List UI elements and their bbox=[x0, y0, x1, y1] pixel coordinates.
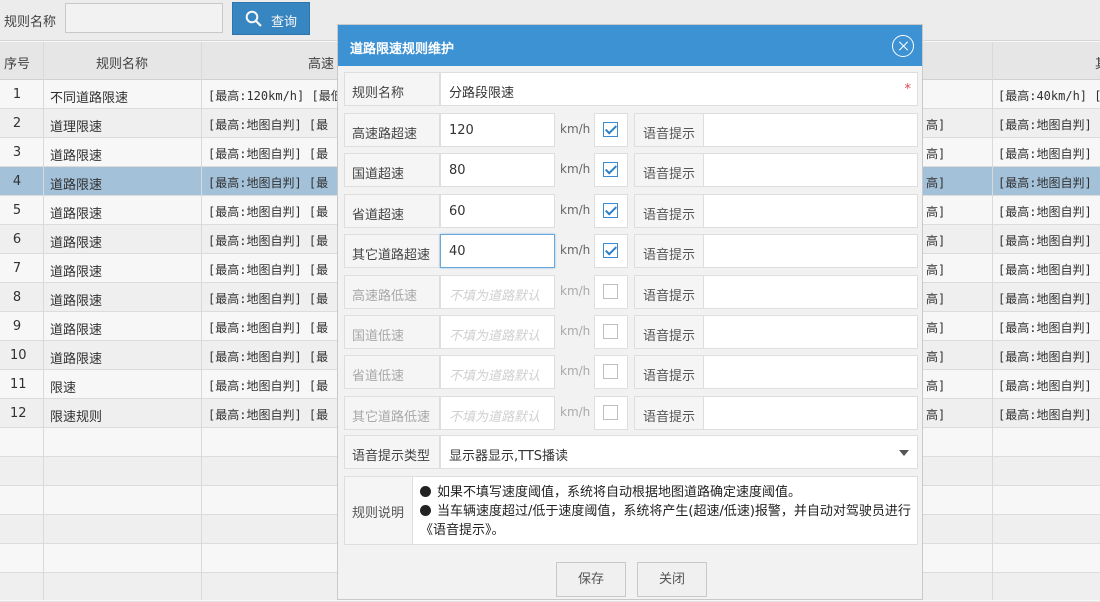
voice-prompt-label: 语音提示 bbox=[634, 113, 704, 147]
voice-enable-checkbox[interactable] bbox=[603, 202, 618, 218]
speed-threshold-input[interactable]: 80 bbox=[440, 153, 555, 188]
voice-prompt-label: 语音提示 bbox=[634, 153, 704, 188]
voice-prompt-input[interactable] bbox=[703, 315, 918, 349]
speed-label: 省道超速 bbox=[344, 193, 440, 228]
voice-prompt-input[interactable] bbox=[703, 395, 918, 430]
voice-type-value: 显示器显示,TTS播读 bbox=[449, 449, 569, 464]
voice-prompt-label: 语音提示 bbox=[634, 234, 704, 269]
rule-name-label: 规则名称 bbox=[344, 72, 440, 106]
speed-threshold-input[interactable]: 不填为道路默认 bbox=[440, 355, 555, 390]
voice-prompt-input[interactable] bbox=[703, 153, 918, 188]
rule-description-label: 规则说明 bbox=[344, 476, 413, 545]
speed-threshold-input[interactable]: 不填为道路默认 bbox=[440, 274, 555, 309]
voice-enable-checkbox[interactable] bbox=[603, 243, 618, 259]
required-mark: * bbox=[904, 82, 912, 97]
dialog-header: 道路限速规则维护 bbox=[338, 25, 922, 66]
rule-description-text: 如果不填写速度阈值，系统将自动根据地图道路确定速度阈值。 当车辆速度超过/低于速… bbox=[412, 476, 918, 545]
voice-enable-cell bbox=[594, 395, 628, 430]
voice-prompt-input[interactable] bbox=[703, 193, 918, 228]
speed-unit: km/h bbox=[560, 122, 591, 136]
description-line-1: 如果不填写速度阈值，系统将自动根据地图道路确定速度阈值。 bbox=[437, 485, 802, 500]
speed-value: 120 bbox=[449, 123, 474, 138]
speed-unit: km/h bbox=[560, 404, 591, 419]
speed-unit: km/h bbox=[560, 243, 591, 258]
voice-prompt-label: 语音提示 bbox=[634, 315, 704, 349]
voice-enable-checkbox[interactable] bbox=[603, 404, 618, 420]
speed-unit: km/h bbox=[560, 283, 591, 298]
voice-prompt-input[interactable] bbox=[703, 234, 918, 269]
bullet-icon bbox=[420, 486, 431, 497]
voice-enable-cell bbox=[594, 153, 628, 188]
voice-prompt-input[interactable] bbox=[703, 113, 918, 147]
voice-enable-cell bbox=[594, 234, 628, 269]
speed-threshold-input[interactable]: 不填为道路默认 bbox=[440, 395, 555, 430]
voice-enable-cell bbox=[594, 315, 628, 349]
voice-enable-checkbox[interactable] bbox=[603, 324, 618, 339]
speed-limit-rule-dialog: 道路限速规则维护 规则名称 分路段限速 * 高速路超速 120 km/h 语音提示 国道… bbox=[337, 24, 923, 600]
voice-enable-cell bbox=[594, 274, 628, 309]
save-button[interactable]: 保存 bbox=[556, 562, 626, 597]
voice-enable-cell bbox=[594, 113, 628, 147]
speed-label: 高速路超速 bbox=[344, 113, 440, 147]
speed-placeholder: 不填为道路默认 bbox=[449, 329, 541, 344]
speed-placeholder: 不填为道路默认 bbox=[449, 409, 541, 425]
close-button[interactable]: 关闭 bbox=[637, 562, 707, 597]
bullet-icon bbox=[420, 505, 431, 516]
speed-label: 国道低速 bbox=[344, 315, 440, 349]
speed-threshold-input[interactable]: 60 bbox=[440, 193, 555, 228]
rule-name-value: 分路段限速 bbox=[449, 86, 515, 101]
voice-prompt-label: 语音提示 bbox=[634, 193, 704, 228]
speed-unit: km/h bbox=[560, 202, 591, 217]
speed-label: 其它道路超速 bbox=[344, 234, 440, 269]
voice-type-label: 语音提示类型 bbox=[344, 435, 440, 469]
voice-enable-checkbox[interactable] bbox=[603, 364, 618, 380]
dropdown-caret-icon bbox=[899, 450, 909, 456]
speed-unit: km/h bbox=[560, 324, 591, 338]
speed-placeholder: 不填为道路默认 bbox=[449, 369, 541, 385]
voice-prompt-input[interactable] bbox=[703, 355, 918, 390]
voice-enable-cell bbox=[594, 355, 628, 390]
speed-value: 80 bbox=[449, 163, 466, 179]
voice-type-select[interactable]: 显示器显示,TTS播读 bbox=[440, 435, 918, 469]
speed-label: 高速路低速 bbox=[344, 274, 440, 309]
voice-prompt-label: 语音提示 bbox=[634, 355, 704, 390]
voice-enable-checkbox[interactable] bbox=[603, 162, 618, 178]
speed-threshold-input[interactable]: 不填为道路默认 bbox=[440, 315, 555, 349]
voice-enable-checkbox[interactable] bbox=[603, 122, 618, 137]
description-line-2: 当车辆速度超过/低于速度阈值，系统将产生(超速/低速)报警，并自动对驾驶员进行《… bbox=[420, 504, 911, 538]
speed-placeholder: 不填为道路默认 bbox=[449, 288, 541, 304]
speed-value: 60 bbox=[449, 203, 466, 219]
rule-name-input[interactable]: 分路段限速 * bbox=[440, 72, 918, 106]
speed-value: 40 bbox=[449, 244, 466, 260]
speed-threshold-input[interactable]: 40 bbox=[440, 234, 555, 269]
speed-threshold-input[interactable]: 120 bbox=[440, 113, 555, 147]
voice-prompt-input[interactable] bbox=[703, 274, 918, 309]
speed-label: 国道超速 bbox=[344, 153, 440, 188]
speed-label: 省道低速 bbox=[344, 355, 440, 390]
speed-unit: km/h bbox=[560, 162, 591, 177]
close-icon[interactable] bbox=[892, 35, 914, 57]
voice-enable-cell bbox=[594, 193, 628, 228]
dialog-title: 道路限速规则维护 bbox=[350, 42, 455, 57]
speed-unit: km/h bbox=[560, 364, 591, 379]
voice-prompt-label: 语音提示 bbox=[634, 395, 704, 430]
speed-label: 其它道路低速 bbox=[344, 395, 440, 430]
voice-enable-checkbox[interactable] bbox=[603, 283, 618, 299]
voice-prompt-label: 语音提示 bbox=[634, 274, 704, 309]
